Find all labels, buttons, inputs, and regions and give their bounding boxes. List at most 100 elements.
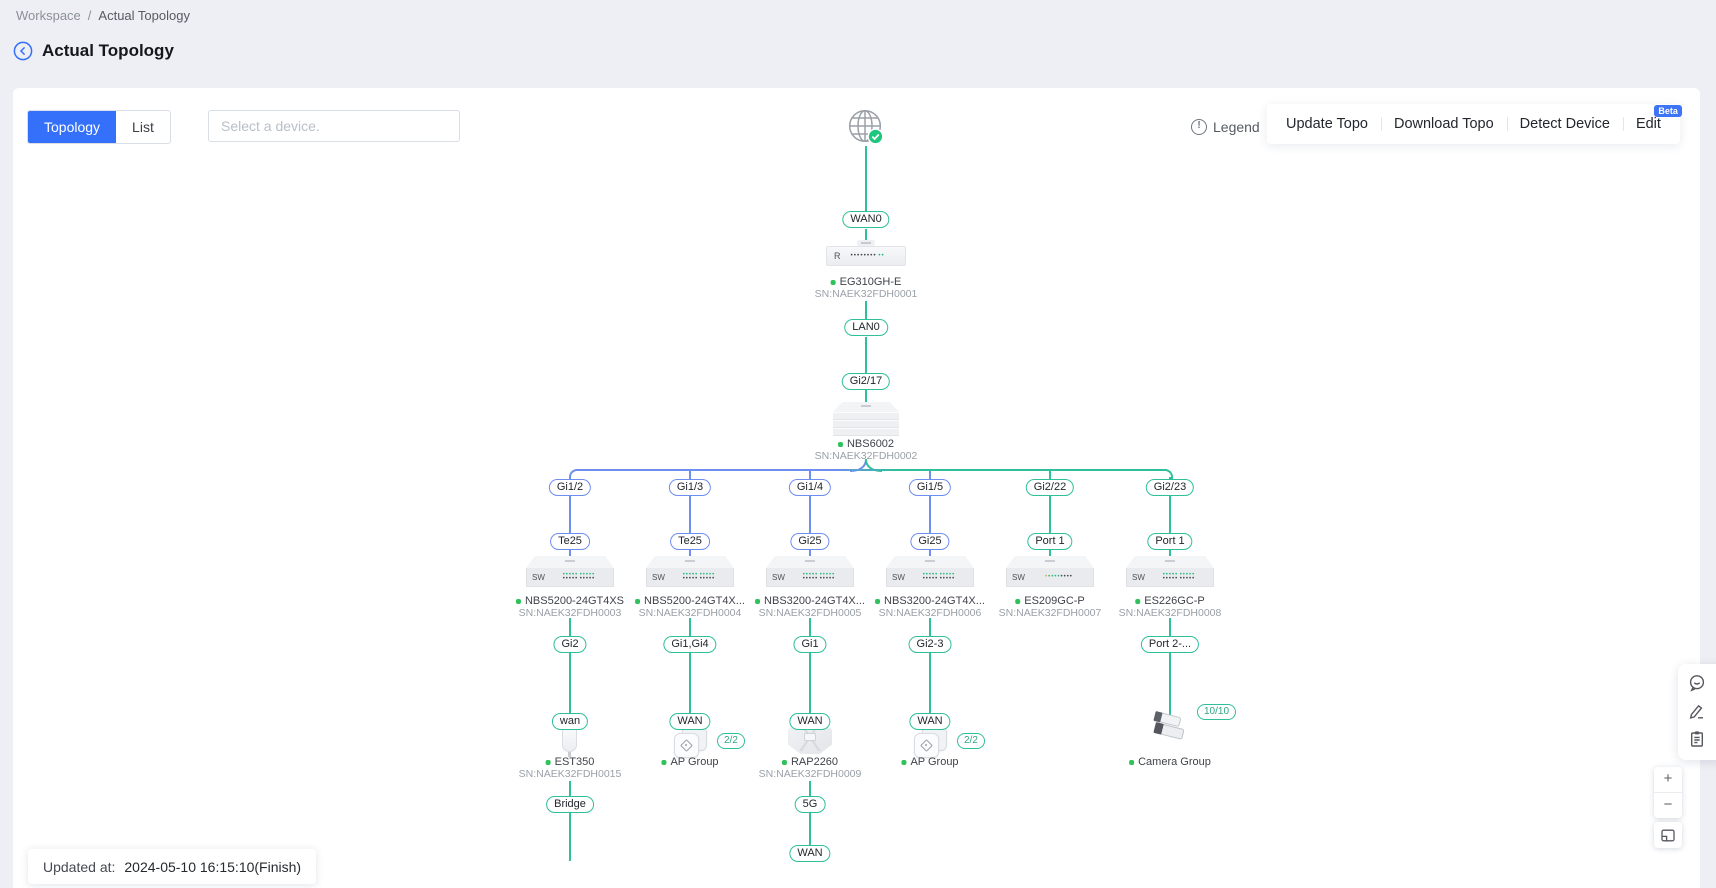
device-search-input[interactable] — [208, 110, 460, 142]
port-pill: Te25 — [550, 533, 590, 550]
port-pill: Gi25 — [790, 533, 829, 550]
port-pill: Gi1/4 — [789, 479, 831, 496]
device-name: RAP2260 — [782, 756, 838, 768]
port-pill: Te25 — [670, 533, 710, 550]
chat-feedback-button[interactable] — [1688, 674, 1706, 692]
switch-node[interactable]: SW••••• •••••••••• ••••• — [646, 556, 734, 588]
device-sn: SN:NAEK32FDH0004 — [639, 607, 742, 619]
camera-group-node[interactable] — [1149, 711, 1191, 745]
zoom-out-button[interactable]: − — [1654, 792, 1682, 818]
feedback-panel — [1678, 664, 1716, 760]
ap-group-node[interactable] — [671, 726, 709, 758]
legend-toggle[interactable]: Legend — [1191, 119, 1260, 135]
device-name: NBS3200-24GT4X... — [875, 595, 985, 607]
device-sn: SN:NAEK32FDH0006 — [879, 607, 982, 619]
status-dot — [782, 760, 787, 765]
tab-list[interactable]: List — [116, 111, 170, 143]
port-pill: Gi1/3 — [669, 479, 711, 496]
device-name: NBS5200-24GT4X... — [635, 595, 745, 607]
update-topo-button[interactable]: Update Topo — [1273, 104, 1381, 144]
status-dot — [831, 280, 836, 285]
device-name: Camera Group — [1129, 756, 1211, 768]
link-line — [865, 146, 867, 212]
beta-badge: Beta — [1654, 105, 1682, 117]
clipboard-icon — [1688, 730, 1706, 748]
status-dot — [635, 599, 640, 604]
edit-button[interactable]: Edit Beta — [1623, 104, 1674, 144]
sign-pen-button[interactable] — [1688, 702, 1706, 720]
zoom-in-button[interactable]: + — [1654, 767, 1682, 792]
status-dot — [546, 760, 551, 765]
router-front: R •••••••• •• — [826, 246, 906, 266]
status-dot — [875, 599, 880, 604]
device-sn: SN:NAEK32FDH0002 — [815, 450, 918, 462]
zoom-controls: + − — [1654, 767, 1682, 818]
device-sn: SN:NAEK32FDH0005 — [759, 607, 862, 619]
tab-topology[interactable]: Topology — [28, 111, 116, 143]
update-status-bar: Updated at: 2024-05-10 16:15:10(Finish) — [28, 849, 316, 884]
switch-node[interactable]: SW••••• •••••••••• ••••• — [526, 556, 614, 588]
updated-at-label: Updated at: — [43, 859, 115, 875]
globe-icon — [847, 108, 885, 148]
fit-view-button[interactable] — [1654, 822, 1682, 848]
port-pill: Gi25 — [910, 533, 949, 550]
device-sn: SN:NAEK32FDH0008 — [1119, 607, 1222, 619]
switch-node[interactable]: SW••••• •••••••••• ••••• — [886, 556, 974, 588]
status-dot — [901, 760, 906, 765]
device-name: NBS3200-24GT4X... — [755, 595, 865, 607]
detect-device-button[interactable]: Detect Device — [1507, 104, 1623, 144]
port-pill: WAN — [789, 845, 830, 862]
trunk-line — [578, 469, 1162, 471]
switch-node[interactable]: SW••••••••• — [1006, 556, 1094, 588]
port-pill: Port 2-... — [1141, 636, 1199, 653]
topology-actions: Update Topo Download Topo Detect Device … — [1267, 104, 1680, 144]
device-name: ES226GC-P — [1135, 595, 1205, 607]
status-dot — [838, 442, 843, 447]
camera-icon — [1149, 711, 1191, 745]
fit-view-icon — [1660, 828, 1676, 843]
port-pill: WAN — [909, 713, 950, 730]
device-name: ES209GC-P — [1015, 595, 1085, 607]
link-line — [865, 390, 867, 402]
link-line — [865, 301, 867, 320]
port-pill: Gi1,Gi4 — [663, 636, 716, 653]
port-pill: Gi2/22 — [1026, 479, 1074, 496]
link-line — [569, 618, 571, 726]
device-name: AP Group — [901, 756, 958, 768]
link-line — [865, 337, 867, 373]
link-line — [809, 618, 811, 726]
port-pill: WAN — [789, 713, 830, 730]
device-sn: SN:NAEK32FDH0009 — [759, 768, 862, 780]
switch-node[interactable]: SW••••• •••••••••• ••••• — [766, 556, 854, 588]
port-pill: Gi2-3 — [909, 636, 952, 653]
device-name: EG310GH-E — [831, 276, 902, 288]
status-dot — [755, 599, 760, 604]
count-badge: 2/2 — [717, 733, 745, 749]
device-sn: SN:NAEK32FDH0007 — [999, 607, 1102, 619]
survey-clipboard-button[interactable] — [1688, 730, 1706, 748]
device-name: EST350 — [546, 756, 595, 768]
status-dot — [516, 599, 521, 604]
core-switch-node[interactable] — [833, 402, 899, 438]
gateway-node[interactable]: R •••••••• •• — [826, 240, 906, 266]
port-pill: Gi1/2 — [549, 479, 591, 496]
port-pill: wan — [552, 713, 588, 730]
port-pill: WAN0 — [842, 211, 889, 228]
port-pill: Gi1/5 — [909, 479, 951, 496]
device-sn: SN:NAEK32FDH0003 — [519, 607, 622, 619]
port-pill: Port 1 — [1027, 533, 1072, 550]
download-topo-button[interactable]: Download Topo — [1381, 104, 1507, 144]
pen-icon — [1688, 702, 1706, 720]
legend-label: Legend — [1213, 119, 1260, 135]
device-name: AP Group — [661, 756, 718, 768]
switch-node[interactable]: SW••••• •••••••••• ••••• — [1126, 556, 1214, 588]
port-pill: 5G — [795, 796, 826, 813]
port-pill: Gi1 — [793, 636, 826, 653]
device-name: NBS6002 — [838, 438, 894, 450]
port-pill: Port 1 — [1147, 533, 1192, 550]
port-pill: Gi2/17 — [842, 373, 890, 390]
device-name: NBS5200-24GT4XS — [516, 595, 624, 607]
device-sn: SN:NAEK32FDH0015 — [519, 768, 622, 780]
internet-node[interactable] — [847, 108, 885, 148]
ap-group-node[interactable] — [911, 726, 949, 758]
